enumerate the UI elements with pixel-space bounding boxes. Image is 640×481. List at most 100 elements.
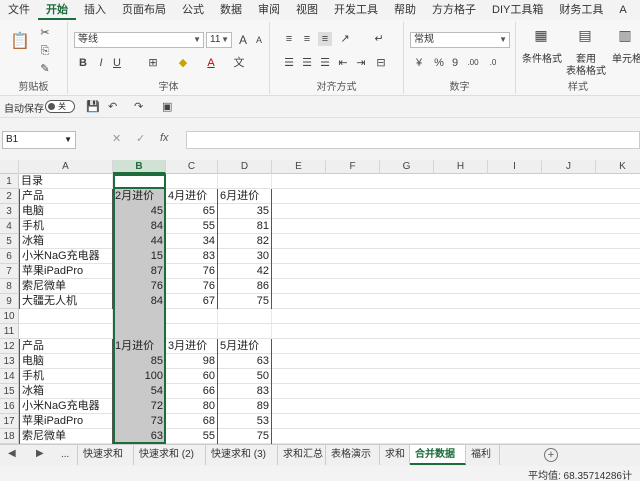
row-header[interactable]: 12 — [0, 339, 19, 354]
row-header[interactable]: 16 — [0, 399, 19, 414]
insert-function-icon[interactable]: fx — [160, 132, 169, 144]
decrease-indent-icon[interactable]: ⇤ — [336, 56, 350, 70]
cell-B17[interactable]: 73 — [113, 414, 166, 429]
enter-icon[interactable]: ✓ — [136, 132, 145, 145]
sheet-tab-0[interactable]: ... — [56, 445, 78, 465]
ribbon-tab-6[interactable]: 审阅 — [250, 0, 288, 20]
column-header-C[interactable]: C — [166, 160, 218, 174]
cell-B15[interactable]: 54 — [113, 384, 166, 399]
cell-D8[interactable]: 86 — [218, 279, 272, 294]
cell-C8[interactable]: 76 — [166, 279, 218, 294]
ribbon-tab-11[interactable]: DIY工具箱 — [484, 0, 551, 20]
undo-icon[interactable]: ↶ — [108, 100, 117, 113]
row-header[interactable]: 7 — [0, 264, 19, 279]
grow-font-button[interactable]: A — [236, 33, 250, 47]
shrink-font-button[interactable]: A — [252, 33, 266, 47]
save-icon[interactable]: 💾 — [86, 100, 100, 113]
cell-D13[interactable]: 63 — [218, 354, 272, 369]
cell-D15[interactable]: 83 — [218, 384, 272, 399]
cell-B12[interactable]: 1月进价 — [113, 339, 166, 354]
cell-styles-label[interactable]: 单元格 — [612, 50, 640, 65]
column-header-F[interactable]: F — [326, 160, 380, 174]
cell-C15[interactable]: 66 — [166, 384, 218, 399]
ribbon-tab-1[interactable]: 开始 — [38, 0, 76, 20]
underline-button[interactable]: U — [110, 56, 124, 70]
row-header[interactable]: 11 — [0, 324, 19, 339]
column-header-D[interactable]: D — [218, 160, 272, 174]
ribbon-tab-4[interactable]: 公式 — [174, 0, 212, 20]
font-name-combo[interactable]: 等线 ▼ — [74, 32, 204, 48]
row-header[interactable]: 2 — [0, 189, 19, 204]
column-header-H[interactable]: H — [434, 160, 488, 174]
cell-C18[interactable]: 55 — [166, 429, 218, 444]
cell-D6[interactable]: 30 — [218, 249, 272, 264]
select-all-corner[interactable] — [0, 160, 19, 174]
cell-B7[interactable]: 87 — [113, 264, 166, 279]
orientation-icon[interactable]: ↗ — [338, 32, 352, 46]
cell-D7[interactable]: 42 — [218, 264, 272, 279]
cell-C11[interactable] — [166, 324, 218, 339]
cell-A6[interactable]: 小米NaG充电器 — [19, 249, 113, 264]
cell-A13[interactable]: 电脑 — [19, 354, 113, 369]
align-left-icon[interactable]: ☰ — [282, 56, 296, 70]
cut-icon[interactable]: ✂ — [38, 26, 52, 40]
autosave-toggle[interactable]: 关 — [45, 100, 75, 113]
cell-D10[interactable] — [218, 309, 272, 324]
cell-D17[interactable]: 53 — [218, 414, 272, 429]
sheet-tab-2[interactable]: 快速求和 (2) — [134, 445, 206, 465]
ribbon-tab-10[interactable]: 方方格子 — [424, 0, 484, 20]
row-header[interactable]: 14 — [0, 369, 19, 384]
cell-C9[interactable]: 67 — [166, 294, 218, 309]
cell-A15[interactable]: 冰箱 — [19, 384, 113, 399]
table-format-label-2[interactable]: 表格格式 — [562, 62, 610, 77]
prev-sheet-icon[interactable]: ◀ — [8, 448, 16, 459]
cell-styles-icon[interactable]: ▥ — [616, 28, 634, 46]
column-header-J[interactable]: J — [542, 160, 596, 174]
ribbon-tab-5[interactable]: 数据 — [212, 0, 250, 20]
cell-A16[interactable]: 小米NaG充电器 — [19, 399, 113, 414]
cell-C14[interactable]: 60 — [166, 369, 218, 384]
comma-button[interactable]: 9 — [448, 56, 462, 70]
align-middle-icon[interactable]: ≡ — [300, 32, 314, 46]
ribbon-tab-8[interactable]: 开发工具 — [326, 0, 386, 20]
cell-A2[interactable]: 产品 — [19, 189, 113, 204]
column-header-I[interactable]: I — [488, 160, 542, 174]
row-header[interactable]: 13 — [0, 354, 19, 369]
cell-C1[interactable] — [166, 174, 218, 189]
cell-C3[interactable]: 65 — [166, 204, 218, 219]
cell-A17[interactable]: 苹果iPadPro — [19, 414, 113, 429]
cell-D5[interactable]: 82 — [218, 234, 272, 249]
conditional-format-icon[interactable]: ▦ — [532, 28, 550, 46]
cell-C4[interactable]: 55 — [166, 219, 218, 234]
column-header-E[interactable]: E — [272, 160, 326, 174]
cell-C17[interactable]: 68 — [166, 414, 218, 429]
cell-B10[interactable] — [113, 309, 166, 324]
cell-B5[interactable]: 44 — [113, 234, 166, 249]
cell-A9[interactable]: 大疆无人机 — [19, 294, 113, 309]
cell-B4[interactable]: 84 — [113, 219, 166, 234]
cell-C13[interactable]: 98 — [166, 354, 218, 369]
ribbon-tab-3[interactable]: 页面布局 — [114, 0, 174, 20]
cell-B11[interactable] — [113, 324, 166, 339]
row-header[interactable]: 4 — [0, 219, 19, 234]
cell-B1[interactable] — [113, 174, 166, 189]
row-header[interactable]: 10 — [0, 309, 19, 324]
customize-qat-icon[interactable]: ▣ — [162, 100, 172, 113]
cell-B9[interactable]: 84 — [113, 294, 166, 309]
number-format-combo[interactable]: 常规 ▼ — [410, 32, 510, 48]
ribbon-tab-0[interactable]: 文件 — [0, 0, 38, 20]
row-header[interactable]: 8 — [0, 279, 19, 294]
font-size-combo[interactable]: 11 ▼ — [206, 32, 232, 48]
percent-button[interactable]: % — [432, 56, 446, 70]
column-header-K[interactable]: K — [596, 160, 640, 174]
ribbon-tab-12[interactable]: 财务工具 — [551, 0, 611, 20]
cell-B16[interactable]: 72 — [113, 399, 166, 414]
cell-A5[interactable]: 冰箱 — [19, 234, 113, 249]
cell-D16[interactable]: 89 — [218, 399, 272, 414]
cancel-icon[interactable]: ✕ — [112, 132, 121, 145]
copy-icon[interactable]: ⎘ — [38, 44, 52, 58]
worksheet-grid[interactable]: ABCDEFGHIJK 1 目录 2 产品 2月进价 4月进价 6月进价 3 电脑 45 65 35 4… — [0, 160, 640, 444]
cell-B13[interactable]: 85 — [113, 354, 166, 369]
wrap-text-icon[interactable]: ↵ — [372, 32, 386, 46]
cell-B6[interactable]: 15 — [113, 249, 166, 264]
